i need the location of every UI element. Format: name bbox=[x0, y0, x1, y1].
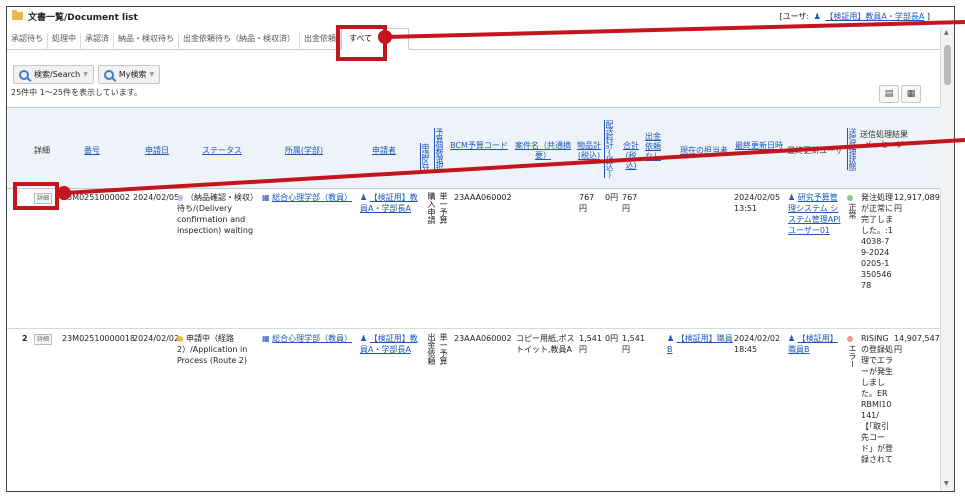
annotation-line-tab bbox=[385, 20, 965, 39]
annotation-line-detail bbox=[63, 138, 965, 195]
annotation-lines bbox=[63, 20, 965, 195]
